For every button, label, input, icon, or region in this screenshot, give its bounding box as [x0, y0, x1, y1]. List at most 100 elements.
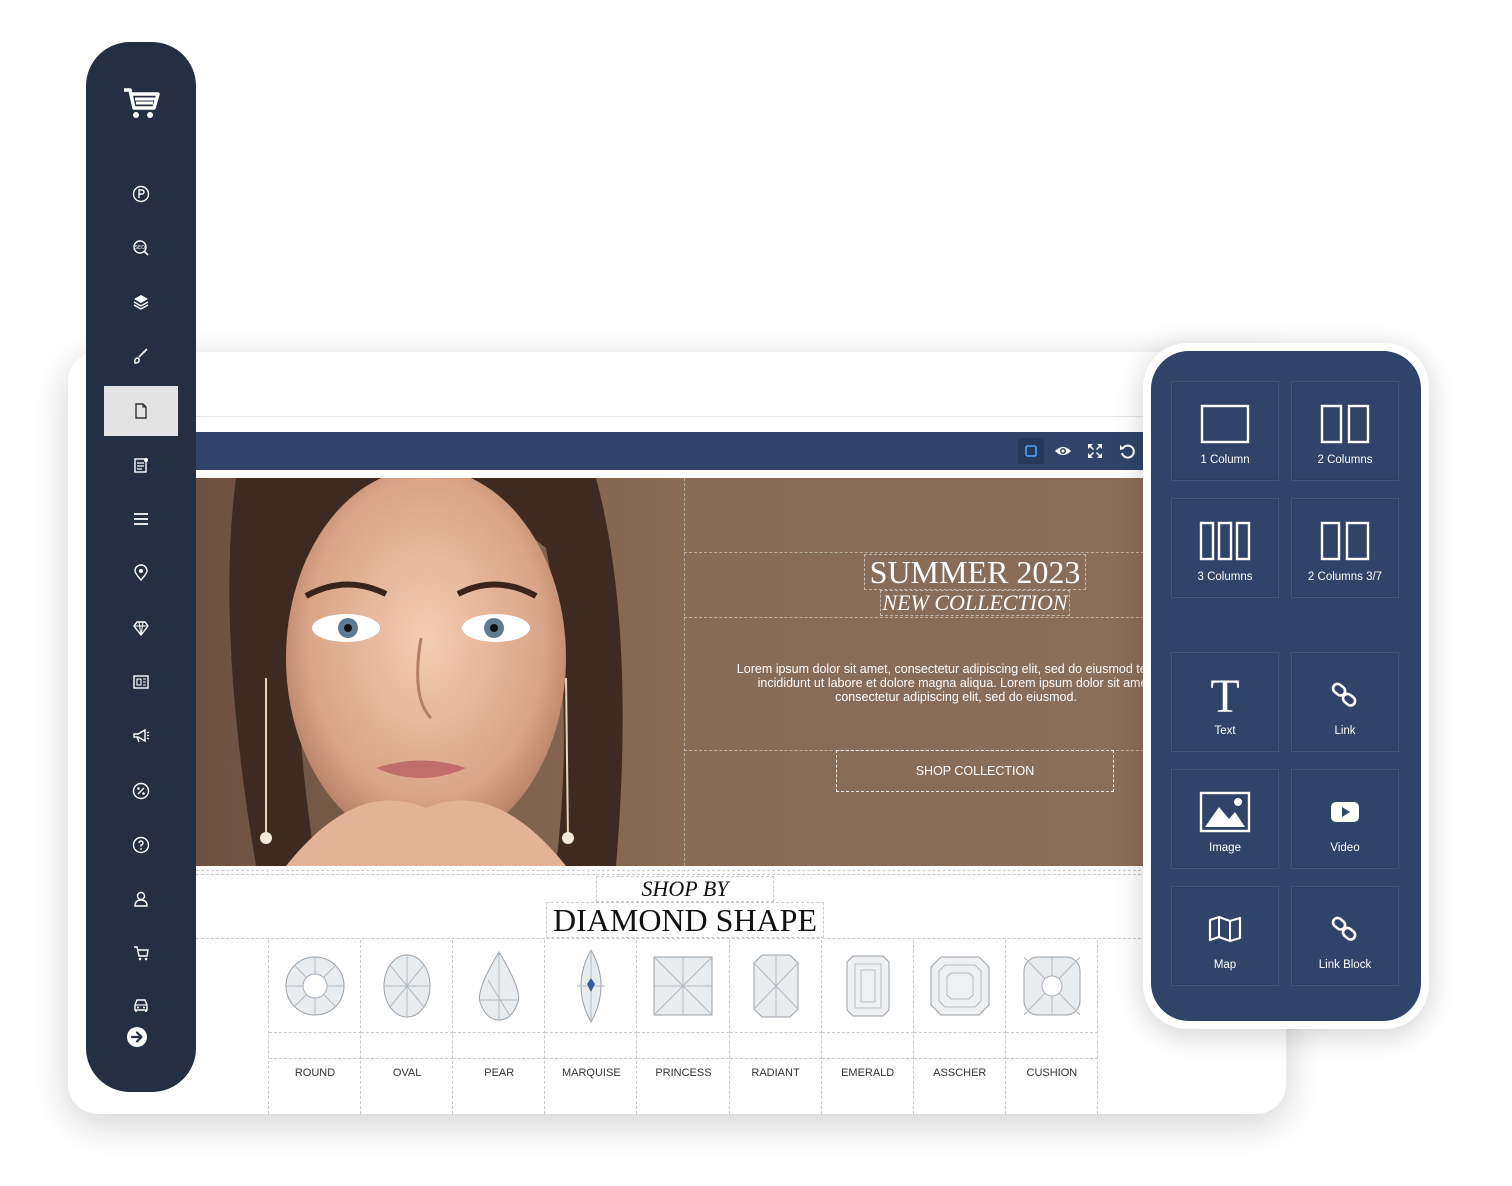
layout-icon [133, 675, 149, 689]
widget-video[interactable]: Video [1291, 769, 1399, 869]
sidebar-item-design[interactable] [104, 331, 178, 381]
shape-label: OVAL [392, 1067, 422, 1079]
shape-item[interactable]: ROUND [268, 940, 361, 1114]
cart-icon [134, 946, 149, 961]
widget-1-column[interactable]: 1 Column [1171, 381, 1279, 481]
text-icon: T [1210, 672, 1239, 718]
editor-card: SUMMER 2023 NEW COLLECTION Lorem ipsum d… [68, 352, 1286, 1114]
link-block-icon [1331, 916, 1357, 941]
sidebar-item-layers[interactable] [104, 277, 178, 327]
three-columns-icon [1199, 521, 1251, 561]
arrow-right-icon[interactable] [126, 1026, 148, 1048]
widget-label: 2 Columns [1317, 454, 1373, 466]
cart-logo-icon[interactable] [120, 82, 162, 124]
brush-icon [134, 348, 148, 364]
link-icon [1331, 682, 1357, 707]
sidebar-item-location[interactable] [104, 548, 178, 598]
shape-item[interactable]: MARQUISE [544, 940, 638, 1114]
hero-body-text[interactable]: Lorem ipsum dolor sit amet, consectetur … [726, 662, 1146, 704]
shop-by-heading[interactable]: SHOP BY [596, 876, 774, 902]
page-canvas: SUMMER 2023 NEW COLLECTION Lorem ipsum d… [196, 470, 1146, 1114]
help-icon [132, 836, 150, 854]
image-icon [1199, 791, 1251, 833]
pear-diamond-icon [479, 951, 520, 1021]
sidebar-item-seo[interactable]: SEO [104, 223, 178, 273]
shape-label: PRINCESS [655, 1067, 712, 1079]
two-columns-icon [1320, 404, 1370, 444]
hero-subtitle[interactable]: NEW COLLECTION [880, 590, 1070, 616]
shape-item[interactable]: PRINCESS [636, 940, 730, 1114]
fullscreen-icon[interactable] [1082, 438, 1108, 464]
svg-text:T: T [1210, 672, 1239, 718]
sidebar-item-shipping[interactable] [104, 980, 178, 1030]
widget-map[interactable]: Map [1171, 886, 1279, 986]
location-icon [134, 564, 148, 582]
shape-label: EMERALD [841, 1067, 895, 1079]
diamond-shape-row: ROUND OVAL PEAR MARQUISE PRINCESS RADIAN… [268, 940, 1098, 1114]
sidebar-item-diamonds[interactable] [104, 603, 178, 653]
widget-label: 3 Columns [1197, 571, 1253, 583]
widget-2-columns-37[interactable]: 2 Columns 3/7 [1291, 498, 1399, 598]
sidebar: SEO [86, 42, 196, 1092]
sidebar-item-menu[interactable] [104, 494, 178, 544]
shape-item[interactable]: CUSHION [1004, 940, 1098, 1114]
video-icon [1331, 802, 1359, 822]
seo-search-icon: SEO [133, 240, 149, 256]
user-icon [134, 891, 148, 907]
shape-item[interactable]: EMERALD [820, 940, 914, 1114]
sidebar-item-layout[interactable] [104, 657, 178, 707]
hero-banner[interactable]: SUMMER 2023 NEW COLLECTION Lorem ipsum d… [196, 478, 1146, 866]
diamond-shape-heading[interactable]: DIAMOND SHAPE [546, 902, 824, 938]
article-icon [134, 458, 148, 473]
sidebar-item-p[interactable] [104, 169, 178, 219]
shape-item[interactable]: RADIANT [728, 940, 822, 1114]
sidebar-item-pages[interactable] [104, 386, 178, 436]
top-divider [196, 416, 1286, 417]
marquise-diamond-icon [577, 948, 606, 1024]
widget-label: Text [1214, 725, 1236, 737]
cushion-diamond-icon [1023, 956, 1081, 1016]
megaphone-icon [133, 728, 150, 743]
hero-title[interactable]: SUMMER 2023 [864, 554, 1086, 590]
p-circle-icon [132, 185, 150, 203]
widget-3-columns[interactable]: 3 Columns [1171, 498, 1279, 598]
widget-text[interactable]: T Text [1171, 652, 1279, 752]
layers-icon [133, 295, 149, 310]
widget-image[interactable]: Image [1171, 769, 1279, 869]
eye-icon[interactable] [1050, 438, 1076, 464]
square-icon[interactable] [1018, 438, 1044, 464]
shape-item[interactable]: OVAL [360, 940, 454, 1114]
sidebar-item-orders[interactable] [104, 928, 178, 978]
map-icon [1208, 915, 1242, 943]
sidebar-item-articles[interactable] [104, 440, 178, 490]
widget-link[interactable]: Link [1291, 652, 1399, 752]
shape-label: RADIANT [751, 1067, 800, 1079]
diamond-icon [133, 621, 149, 637]
shape-label: MARQUISE [561, 1067, 621, 1079]
sidebar-item-discounts[interactable] [104, 766, 178, 816]
shape-item[interactable]: PEAR [452, 940, 546, 1114]
undo-icon[interactable] [1114, 438, 1140, 464]
shop-collection-button[interactable]: SHOP COLLECTION [836, 750, 1114, 792]
oval-diamond-icon [383, 954, 431, 1018]
widget-2-columns[interactable]: 2 Columns [1291, 381, 1399, 481]
asscher-diamond-icon [930, 956, 990, 1016]
sidebar-item-help[interactable] [104, 820, 178, 870]
sidebar-item-marketing[interactable] [104, 711, 178, 761]
sidebar-item-users[interactable] [104, 874, 178, 924]
widget-label: 2 Columns 3/7 [1307, 571, 1383, 583]
shape-label: CUSHION [1026, 1067, 1078, 1079]
shape-item[interactable]: ASSCHER [912, 940, 1006, 1114]
widget-label: Link Block [1318, 959, 1372, 971]
two-columns-37-icon [1320, 521, 1370, 561]
svg-text:SEO: SEO [135, 245, 145, 251]
princess-diamond-icon [653, 956, 713, 1016]
model-photo [196, 478, 684, 866]
widget-link-block[interactable]: Link Block [1291, 886, 1399, 986]
page-icon [135, 403, 147, 419]
car-icon [134, 999, 148, 1012]
one-column-icon [1200, 404, 1250, 444]
widget-panel: 1 Column 2 Columns 3 Columns 2 Columns 3… [1143, 343, 1429, 1029]
editor-toolbar [196, 432, 1146, 470]
emerald-diamond-icon [846, 955, 890, 1017]
